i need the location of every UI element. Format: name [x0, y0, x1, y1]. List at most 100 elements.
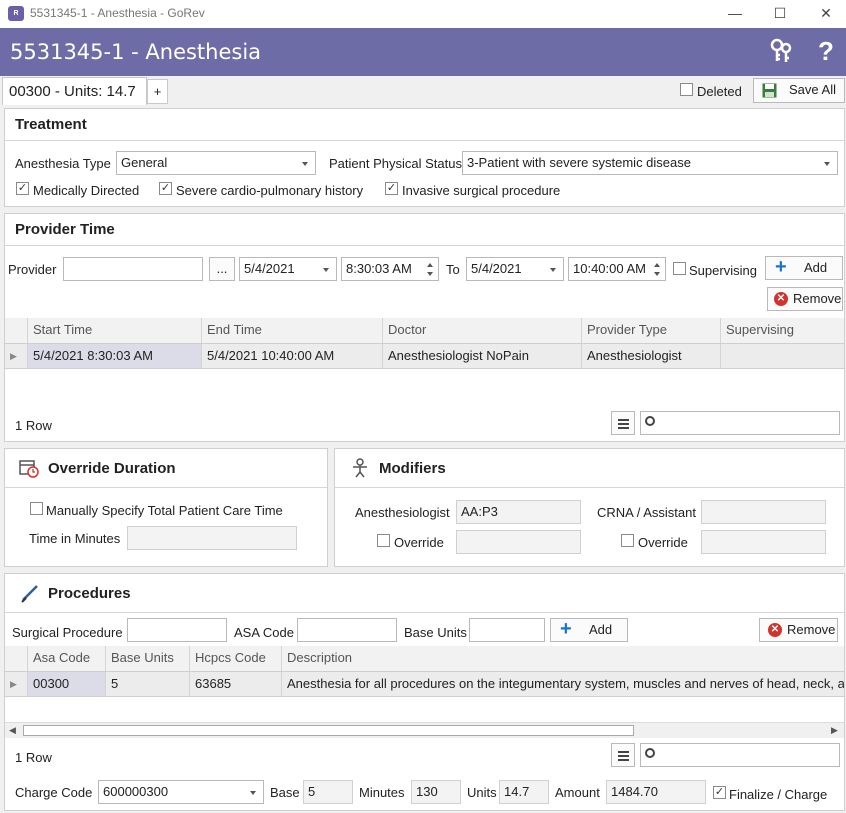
invasive-surgical-checkbox[interactable]: ✓ — [385, 182, 398, 195]
grid-menu-icon[interactable] — [611, 743, 635, 767]
close-icon[interactable]: ✕ — [815, 3, 837, 23]
anesthesia-type-select[interactable]: General — [116, 151, 316, 175]
divider — [5, 487, 327, 488]
supervising-checkbox[interactable] — [673, 262, 686, 275]
add-tab-button[interactable]: + — [147, 79, 168, 104]
cell-end-time: 5/4/2021 10:40:00 AM — [201, 344, 382, 368]
to-label: To — [446, 262, 460, 277]
anesthesiologist-modifier-input[interactable]: AA:P3 — [456, 500, 581, 524]
provider-browse-button[interactable]: ... — [209, 257, 235, 281]
treatment-heading: Treatment — [15, 116, 87, 133]
provider-add-button[interactable]: + Add — [765, 256, 843, 280]
end-date-value: 5/4/2021 — [471, 261, 522, 276]
plus-icon: + — [775, 256, 787, 278]
page-header: 5531345-1 - Anesthesia ? — [0, 28, 846, 76]
base-units-input[interactable] — [469, 618, 545, 642]
start-time-spinner[interactable]: 8:30:03 AM — [341, 257, 439, 281]
start-time-value: 8:30:03 AM — [346, 261, 412, 276]
grid-menu-icon[interactable] — [611, 411, 635, 435]
deleted-checkbox[interactable] — [680, 83, 693, 96]
anesthesiologist-override-input[interactable] — [456, 530, 581, 554]
keys-icon[interactable] — [768, 38, 794, 71]
cell-base-units: 5 — [105, 672, 189, 696]
modifiers-panel: Modifiers Anesthesiologist AA:P3 CRNA / … — [334, 448, 845, 567]
column-header[interactable]: Asa Code — [27, 646, 105, 671]
manual-care-time-checkbox[interactable] — [30, 502, 43, 515]
column-header[interactable]: Doctor — [382, 318, 581, 343]
cell-description: Anesthesia for all procedures on the int… — [281, 672, 844, 696]
divider — [5, 140, 844, 141]
maximize-icon[interactable]: ☐ — [769, 3, 791, 23]
procedure-remove-button[interactable]: ✕ Remove — [759, 618, 838, 642]
amount-value-field: 1484.70 — [606, 780, 706, 804]
procedures-grid-search-input[interactable] — [640, 743, 840, 767]
column-header[interactable]: Base Units — [105, 646, 189, 671]
provider-time-heading: Provider Time — [15, 221, 115, 238]
asa-code-input[interactable] — [297, 618, 397, 642]
cell-asa-code: 00300 — [27, 672, 105, 696]
supervising-label: Supervising — [689, 263, 757, 278]
provider-label: Provider — [8, 262, 57, 277]
provider-input[interactable] — [63, 257, 203, 281]
divider — [5, 245, 844, 246]
anesthesia-type-value: General — [121, 155, 168, 170]
horizontal-scrollbar[interactable]: ◀ ▶ — [5, 722, 844, 738]
modifiers-heading: Modifiers — [379, 460, 446, 477]
table-row[interactable]: ▶ 5/4/2021 8:30:03 AM 5/4/2021 10:40:00 … — [5, 344, 844, 369]
column-header[interactable]: Description — [281, 646, 844, 671]
column-header[interactable]: Provider Type — [581, 318, 720, 343]
crna-override-input[interactable] — [701, 530, 826, 554]
anesthesiologist-label: Anesthesiologist — [355, 505, 450, 520]
finalize-charge-label: Finalize / Charge — [729, 787, 828, 802]
deleted-label: Deleted — [697, 84, 742, 99]
procedure-add-button[interactable]: + Add — [550, 618, 628, 642]
physical-status-value: 3-Patient with severe systemic disease — [467, 155, 691, 170]
surgical-procedure-input[interactable] — [127, 618, 227, 642]
provider-time-panel: Provider Time Provider ... 5/4/2021 8:30… — [4, 213, 845, 442]
help-icon[interactable]: ? — [818, 36, 834, 67]
remove-icon: ✕ — [774, 292, 788, 306]
minimize-icon[interactable]: — — [724, 3, 746, 23]
table-row[interactable]: ▶ 00300 5 63685 Anesthesia for all proce… — [5, 672, 844, 697]
finalize-charge-checkbox[interactable]: ✓ — [713, 786, 726, 799]
row-indicator-icon: ▶ — [10, 679, 17, 689]
cardio-pulmonary-checkbox[interactable]: ✓ — [159, 182, 172, 195]
medically-directed-label: Medically Directed — [33, 183, 140, 198]
column-header[interactable]: Start Time — [27, 318, 201, 343]
procedures-grid-header: Asa Code Base Units Hcpcs Code Descripti… — [5, 646, 844, 672]
provider-grid-search-input[interactable] — [640, 411, 840, 435]
divider — [5, 612, 844, 613]
cell-supervising — [720, 344, 844, 368]
crna-override-checkbox[interactable] — [621, 534, 634, 547]
save-all-button[interactable]: Save All — [753, 78, 845, 103]
app-icon: R — [8, 6, 24, 21]
physical-status-select[interactable]: 3-Patient with severe systemic disease — [462, 151, 838, 175]
time-in-minutes-label: Time in Minutes — [29, 531, 121, 546]
anesthesiologist-override-checkbox[interactable] — [377, 534, 390, 547]
provider-remove-button[interactable]: ✕ Remove — [767, 287, 843, 311]
time-in-minutes-input[interactable] — [127, 526, 297, 550]
divider — [335, 487, 844, 488]
base-label: Base — [270, 785, 300, 800]
person-icon — [353, 458, 367, 478]
cardio-pulmonary-label: Severe cardio-pulmonary history — [176, 183, 364, 198]
scroll-left-icon[interactable]: ◀ — [9, 725, 16, 736]
anesthesia-type-label: Anesthesia Type — [15, 156, 111, 171]
end-time-spinner[interactable]: 10:40:00 AM — [568, 257, 666, 281]
procedure-remove-label: Remove — [787, 622, 836, 637]
scroll-right-icon[interactable]: ▶ — [831, 725, 838, 736]
page-title: 5531345-1 - Anesthesia — [10, 40, 262, 64]
column-header[interactable]: Supervising — [720, 318, 844, 343]
cell-doctor: Anesthesiologist NoPain — [382, 344, 581, 368]
charge-code-select[interactable]: 600000300 — [98, 780, 264, 804]
tab-procedure[interactable]: 00300 - Units: 14.7 — [2, 77, 147, 105]
column-header[interactable]: End Time — [201, 318, 382, 343]
medically-directed-checkbox[interactable]: ✓ — [16, 182, 29, 195]
physical-status-label: Patient Physical Status — [329, 156, 462, 171]
start-date-picker[interactable]: 5/4/2021 — [239, 257, 337, 281]
column-header[interactable]: Hcpcs Code — [189, 646, 281, 671]
scrollbar-thumb[interactable] — [23, 725, 634, 736]
search-icon — [645, 416, 655, 426]
end-date-picker[interactable]: 5/4/2021 — [466, 257, 564, 281]
crna-modifier-input[interactable] — [701, 500, 826, 524]
